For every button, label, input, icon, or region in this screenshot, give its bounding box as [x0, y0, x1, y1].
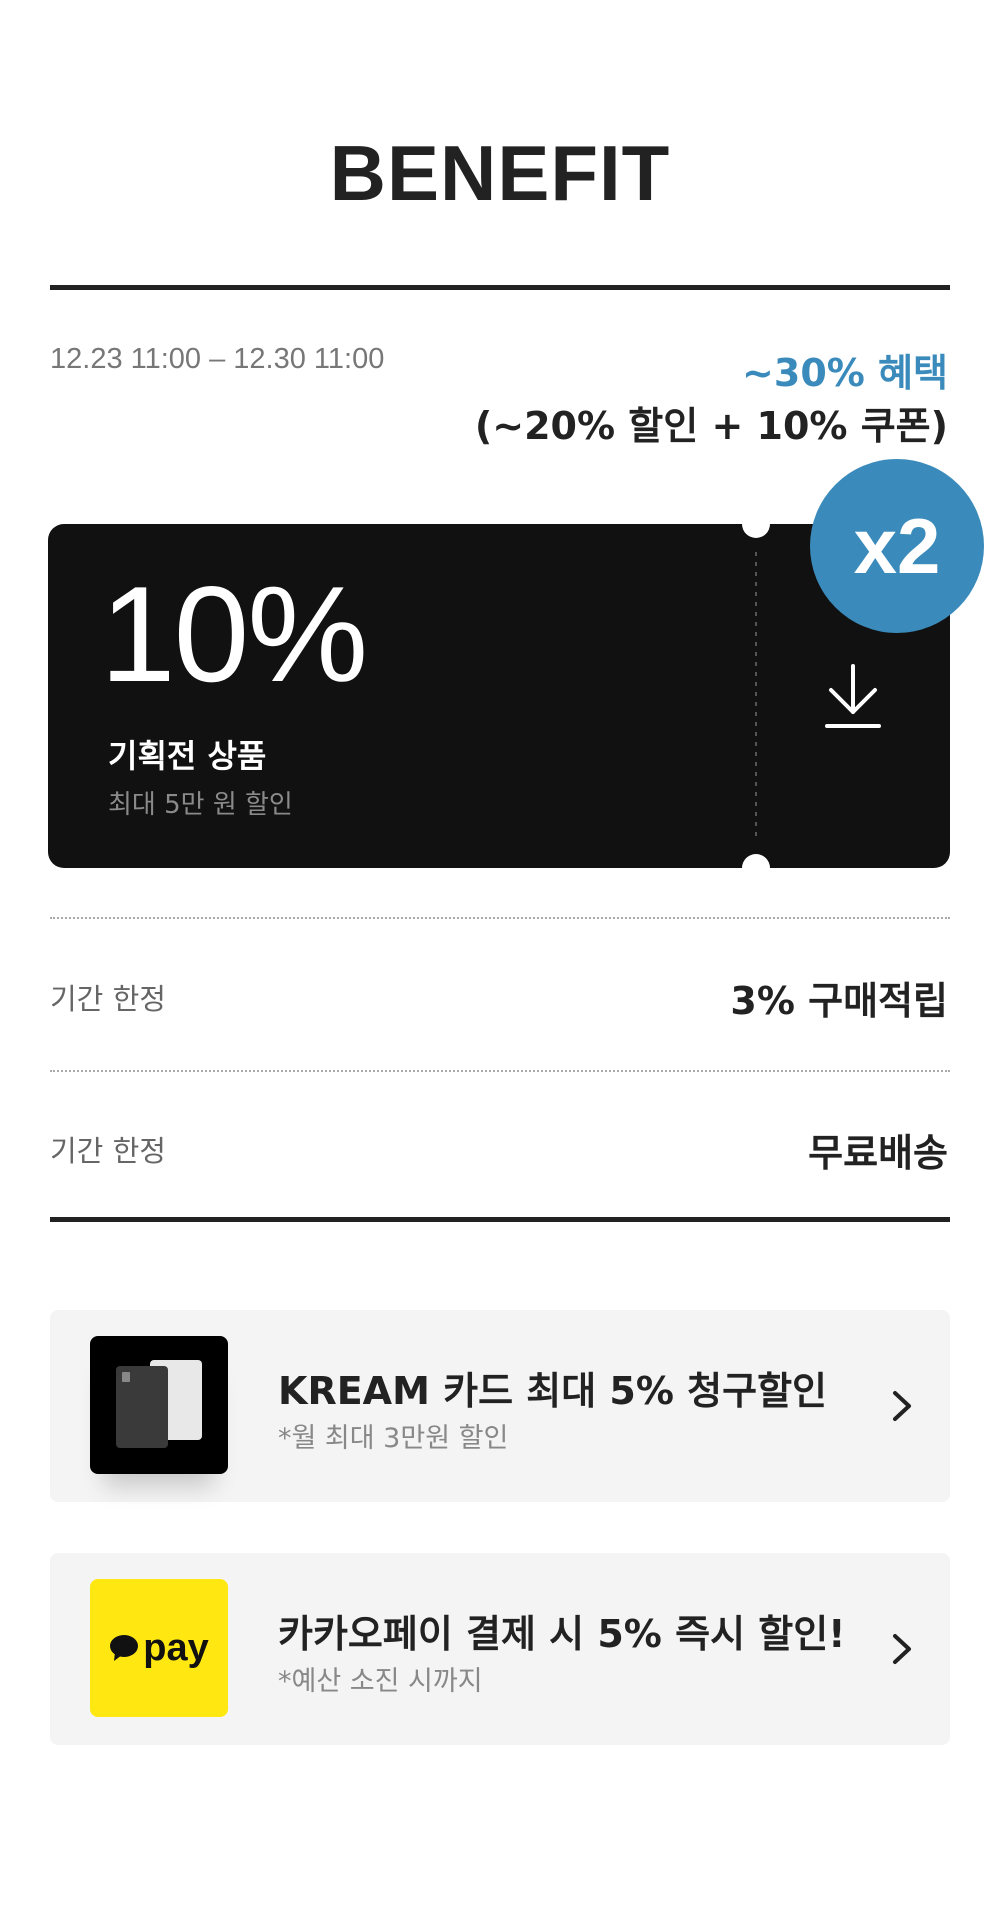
kream-card-promo[interactable]: KREAM 카드 최대 5% 청구할인 *월 최대 3만원 할인	[50, 1310, 950, 1502]
event-period: 12.23 11:00 – 12.30 11:00	[50, 343, 385, 375]
divider	[50, 1070, 950, 1072]
kakaopay-promo[interactable]: pay 카카오페이 결제 시 5% 즉시 할인! *예산 소진 시까지	[50, 1553, 950, 1745]
row-value-shipping: 무료배송	[808, 1131, 948, 1175]
row-label-points: 기간 한정	[50, 982, 166, 1016]
promo-title: 카카오페이 결제 시 5% 즉시 할인!	[278, 1612, 846, 1656]
kream-card-icon	[90, 1336, 228, 1474]
coupon-label: 기획전 상품	[108, 737, 267, 775]
coupon-limit: 최대 5만 원 할인	[108, 790, 293, 820]
speech-bubble-icon	[110, 1635, 139, 1661]
pay-logo-text: pay	[143, 1626, 209, 1669]
benefit-total: ~30% 혜택	[742, 351, 948, 395]
kakaopay-icon: pay	[90, 1579, 228, 1717]
coupon-percent: 10%	[100, 558, 368, 710]
benefit-detail: (~20% 할인 + 10% 쿠폰)	[474, 404, 948, 448]
divider	[50, 917, 950, 919]
promo-title: KREAM 카드 최대 5% 청구할인	[278, 1369, 828, 1413]
chevron-right-icon	[890, 1631, 914, 1667]
chevron-right-icon	[890, 1388, 914, 1424]
multiplier-badge: x2	[810, 459, 984, 633]
page-title: BENEFIT	[329, 129, 671, 217]
promo-subtitle: *월 최대 3만원 할인	[278, 1423, 509, 1454]
download-icon[interactable]	[823, 662, 883, 732]
divider	[50, 1217, 950, 1222]
row-value-points: 3% 구매적립	[730, 979, 948, 1023]
divider	[50, 285, 950, 290]
promo-subtitle: *예산 소진 시까지	[278, 1666, 483, 1697]
row-label-shipping: 기간 한정	[50, 1134, 166, 1168]
